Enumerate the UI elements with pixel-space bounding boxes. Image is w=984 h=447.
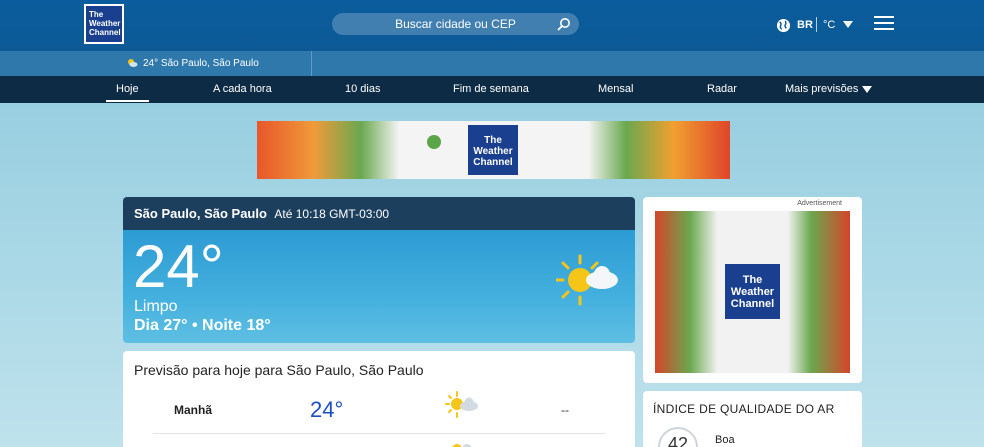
ad-artwork: The Weather Channel [655, 211, 850, 373]
unit-selector[interactable]: °C [823, 19, 835, 31]
current-timestamp: Até 10:18 GMT-03:00 [274, 207, 390, 221]
air-quality-value: 42 [668, 434, 689, 447]
language-selector[interactable]: BR [797, 19, 813, 31]
day-night-temps: Dia 27° • Noite 18° [134, 317, 271, 334]
top-ad-banner[interactable]: The Weather Channel [257, 121, 730, 179]
logo-text: The Weather Channel [86, 6, 122, 42]
today-forecast-title: Previsão para hoje para São Paulo, São P… [134, 362, 424, 378]
current-conditions-card: São Paulo, São Paulo Até 10:18 GMT-03:00… [123, 197, 635, 343]
tab-mais-previsoes-label: Mais previsões [785, 83, 859, 95]
recent-locations-bar: 24° São Paulo, São Paulo [0, 51, 984, 76]
forecast-row-divider [153, 433, 605, 434]
today-forecast-card: Previsão para hoje para São Paulo, São P… [123, 351, 635, 447]
search-icon[interactable] [557, 17, 571, 31]
location-strip-divider [311, 51, 312, 76]
hamburger-menu-icon[interactable] [874, 16, 894, 31]
tab-a-cada-hora[interactable]: A cada hora [213, 83, 272, 95]
mostly-sunny-icon [445, 391, 478, 418]
current-conditions-header: São Paulo, São Paulo Até 10:18 GMT-03:00 [123, 197, 635, 230]
air-quality-title: ÍNDICE DE QUALIDADE DO AR [653, 402, 835, 416]
current-phrase: Limpo [134, 298, 178, 315]
current-location: São Paulo, São Paulo [134, 206, 267, 221]
air-quality-status: Boa [715, 434, 735, 446]
mostly-sunny-icon [556, 254, 618, 306]
ad-decoration [427, 135, 441, 149]
ad-logo: The Weather Channel [725, 264, 780, 319]
current-conditions-body: 24° Limpo Dia 27° • Noite 18° [123, 230, 635, 343]
recent-location-link[interactable]: 24° São Paulo, São Paulo [143, 58, 259, 69]
chevron-down-icon[interactable] [843, 21, 853, 28]
tab-mais-previsoes[interactable]: Mais previsões [785, 83, 873, 95]
ad-label: Advertisement [797, 200, 842, 207]
tab-fim-de-semana[interactable]: Fim de semana [453, 83, 529, 95]
forecast-period-precip: -- [561, 403, 569, 417]
tab-hoje[interactable]: Hoje [106, 83, 149, 102]
tab-radar[interactable]: Radar [707, 83, 737, 95]
partly-cloudy-icon [128, 59, 138, 67]
weather-channel-logo[interactable]: The Weather Channel [84, 4, 124, 44]
forecast-period-temp: 24° [310, 397, 344, 422]
chevron-down-icon [862, 85, 873, 93]
forecast-nav: Hoje A cada hora 10 dias Fim de semana M… [0, 76, 984, 103]
air-quality-card[interactable]: ÍNDICE DE QUALIDADE DO AR 42 Boa [643, 391, 862, 447]
sidebar-ad[interactable]: Advertisement The Weather Channel [643, 197, 862, 383]
ad-logo: The Weather Channel [468, 125, 518, 175]
tab-mensal[interactable]: Mensal [598, 83, 633, 95]
forecast-period-label: Manhã [174, 403, 213, 417]
search-input[interactable]: Buscar cidade ou CEP [332, 13, 579, 35]
globe-icon[interactable] [776, 18, 791, 33]
current-temperature: 24° [133, 233, 224, 300]
header-divider [816, 17, 817, 32]
top-header: The Weather Channel Buscar cidade ou CEP… [0, 0, 984, 51]
partly-cloudy-icon [452, 444, 472, 447]
tab-10-dias[interactable]: 10 dias [345, 83, 380, 95]
search-placeholder: Buscar cidade ou CEP [395, 17, 516, 31]
